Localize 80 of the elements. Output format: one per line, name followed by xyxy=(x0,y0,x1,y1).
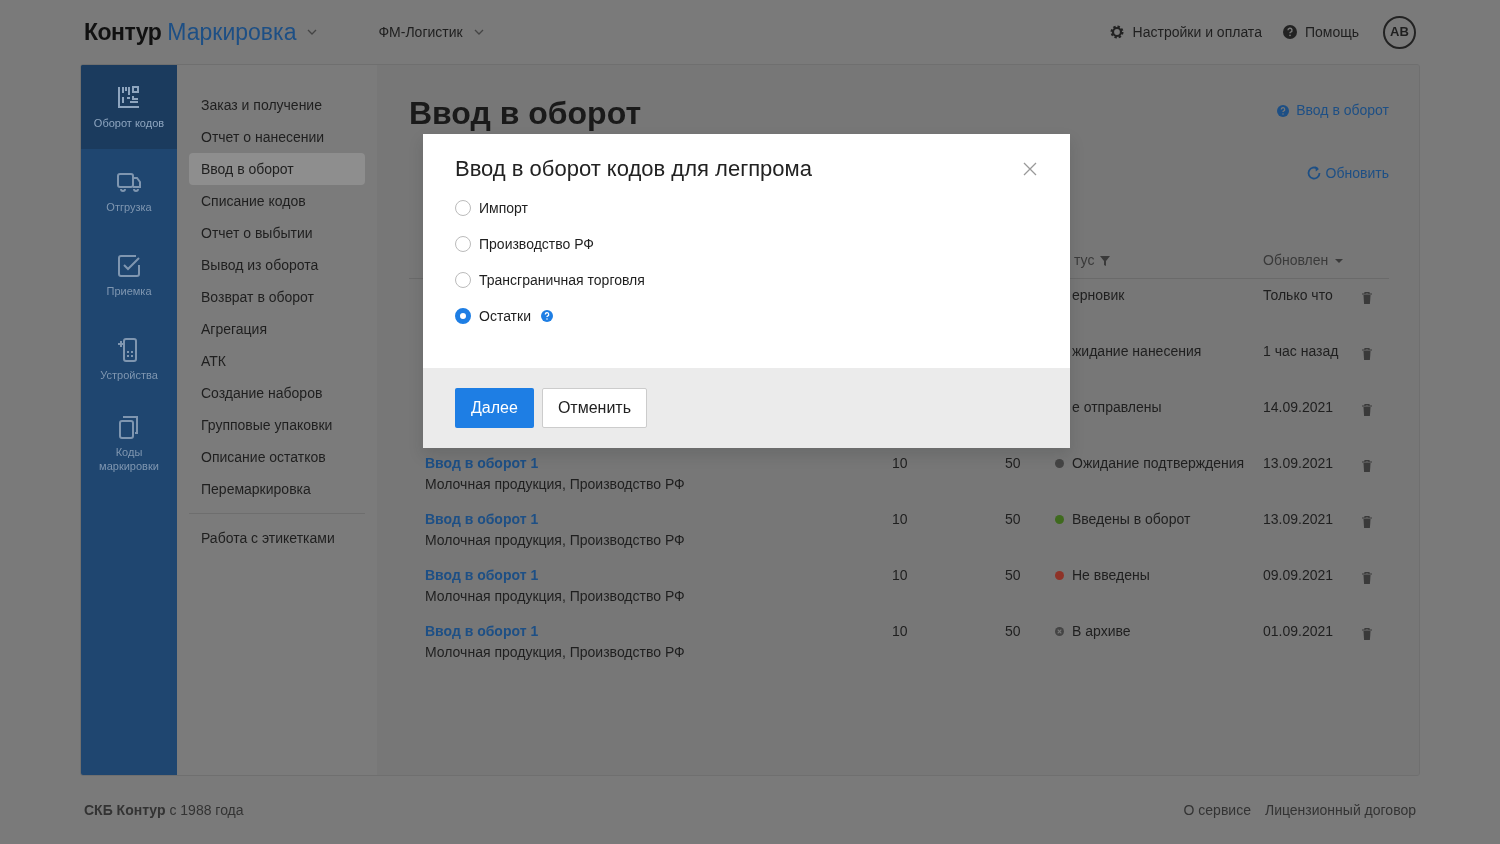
document-description: Молочная продукция, Производство РФ xyxy=(425,531,686,550)
table-cell: 10 xyxy=(892,455,908,471)
nav-item[interactable]: Групповые упаковки xyxy=(189,409,365,441)
nav-item[interactable]: Отчет о нанесении xyxy=(189,121,365,153)
trash-icon[interactable] xyxy=(1362,515,1372,528)
radio-button[interactable] xyxy=(455,308,471,324)
date-cell: 13.09.2021 xyxy=(1263,511,1334,527)
table-cell: 10 xyxy=(892,623,908,639)
date-cell: 13.09.2021 xyxy=(1263,455,1334,471)
help-icon[interactable] xyxy=(1277,104,1290,117)
rail-item-active[interactable]: Оборот кодов xyxy=(93,115,165,131)
settings-icon[interactable] xyxy=(1108,24,1125,40)
rail-item[interactable]: Коды маркировки xyxy=(89,444,169,474)
footer-link[interactable]: О сервисе xyxy=(1183,799,1251,821)
brand-name: Контур xyxy=(84,17,162,47)
trash-icon[interactable] xyxy=(1362,571,1372,584)
radio-label: Трансграничная торговля xyxy=(479,270,645,290)
table-cell: 50 xyxy=(1005,567,1021,583)
archive-status-icon xyxy=(1055,627,1064,636)
product-name[interactable]: Маркировка xyxy=(167,14,297,50)
table-cell: 10 xyxy=(892,567,908,583)
settings-link[interactable]: Настройки и оплата xyxy=(1132,21,1262,43)
nav-item[interactable]: Ввод в оборот xyxy=(189,153,365,185)
modal-title: Ввод в оборот кодов для легпрома xyxy=(455,155,812,183)
radio-label: Остатки xyxy=(479,306,531,326)
table-cell: 50 xyxy=(1005,623,1021,639)
date-cell: Только что xyxy=(1263,287,1333,303)
date-cell: 1 час назад xyxy=(1263,343,1339,359)
rail-item[interactable]: Приемка xyxy=(106,283,152,299)
table-cell: 50 xyxy=(1005,511,1021,527)
document-description: Молочная продукция, Производство РФ xyxy=(425,475,686,494)
table-cell: 10 xyxy=(892,511,908,527)
help-icon[interactable] xyxy=(541,310,553,322)
nav-item[interactable]: Возврат в оборот xyxy=(189,281,365,313)
table-cell: 50 xyxy=(1005,455,1021,471)
copyright-text: СКБ Контур с 1988 года xyxy=(84,800,244,820)
help-link[interactable]: Помощь xyxy=(1304,21,1359,43)
user-avatar[interactable]: AB xyxy=(1383,15,1416,49)
trash-icon[interactable] xyxy=(1362,347,1372,360)
trash-icon[interactable] xyxy=(1362,403,1372,416)
nav-item[interactable]: Работа с этикетками xyxy=(189,522,365,554)
refresh-icon[interactable] xyxy=(1306,165,1323,181)
nav-item[interactable]: Перемаркировка xyxy=(189,473,365,505)
page-title: Ввод в оборот xyxy=(409,94,642,133)
column-header[interactable]: тус xyxy=(1074,250,1095,271)
help-icon[interactable] xyxy=(1282,25,1297,39)
status-text: Ожидание подтверждения xyxy=(1072,454,1245,473)
radio-label: Производство РФ xyxy=(479,234,594,254)
status-text: В архиве xyxy=(1072,622,1131,641)
status-text: жидание нанесения xyxy=(1072,342,1202,361)
column-header[interactable]: Обновлен xyxy=(1263,250,1329,271)
trash-icon[interactable] xyxy=(1362,459,1372,472)
cancel-button[interactable]: Отменить xyxy=(541,388,647,428)
trash-icon[interactable] xyxy=(1362,291,1372,304)
document-description: Молочная продукция, Производство РФ xyxy=(425,587,686,606)
nav-item[interactable]: Заказ и получение xyxy=(189,89,365,121)
trash-icon[interactable] xyxy=(1362,627,1372,640)
nav-item[interactable]: АТК xyxy=(189,345,365,377)
radio-label: Импорт xyxy=(479,198,528,218)
status-text: ерновик xyxy=(1072,286,1125,305)
organization-selector[interactable]: ФМ-Логистик xyxy=(378,21,463,43)
next-button[interactable]: Далее xyxy=(455,388,534,428)
rail-item[interactable]: Отгрузка xyxy=(106,199,152,215)
close-icon[interactable] xyxy=(1022,161,1038,177)
rail-item[interactable]: Устройства xyxy=(100,367,158,383)
date-cell: 09.09.2021 xyxy=(1263,567,1334,583)
filter-icon[interactable] xyxy=(1100,255,1111,266)
nav-item[interactable]: Отчет о выбытии xyxy=(189,217,365,249)
date-cell: 14.09.2021 xyxy=(1263,399,1334,415)
footer-link[interactable]: Лицензионный договор xyxy=(1264,799,1416,821)
nav-item[interactable]: Вывод из оборота xyxy=(189,249,365,281)
document-description: Молочная продукция, Производство РФ xyxy=(425,643,686,662)
date-cell: 01.09.2021 xyxy=(1263,623,1334,639)
status-text: Не введены xyxy=(1072,566,1150,585)
nav-item[interactable]: Описание остатков xyxy=(189,441,365,473)
nav-item[interactable]: Создание наборов xyxy=(189,377,365,409)
nav-item[interactable]: Списание кодов xyxy=(189,185,365,217)
status-text: Введены в оборот xyxy=(1072,510,1191,529)
status-text: е отправлены xyxy=(1072,398,1162,417)
nav-item[interactable]: Агрегация xyxy=(189,313,365,345)
